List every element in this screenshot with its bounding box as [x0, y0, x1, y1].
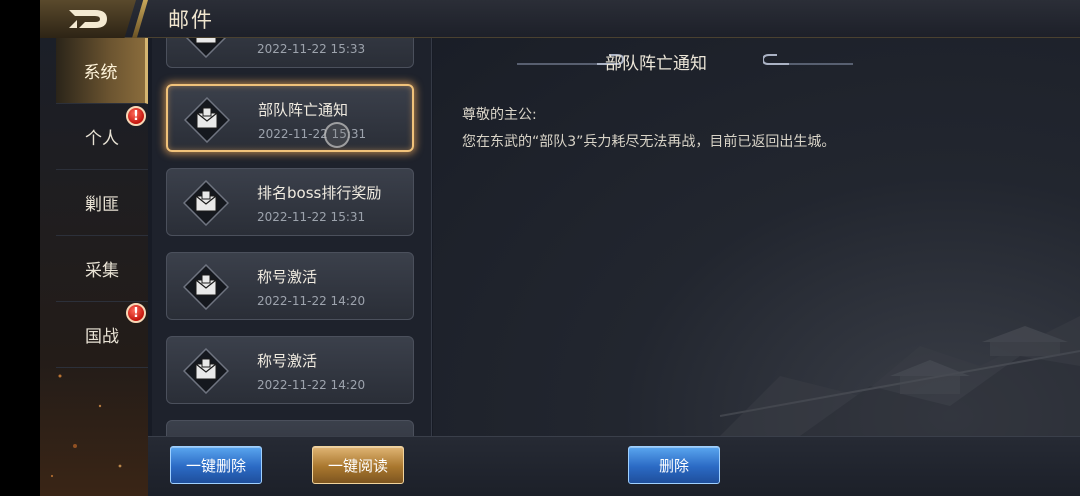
tab-system[interactable]: 系统: [56, 38, 148, 104]
detail-title-banner: 部队阵亡通知: [433, 42, 853, 78]
mail-window: 邮件 系统 个人 剿匪 采集 国战 ! ! 2022-11-22 15:33 部…: [40, 0, 1080, 496]
mail-time: 2022-11-22 15:33: [257, 42, 366, 56]
mail-greeting: 尊敬的主公:: [462, 107, 537, 123]
city-background-illustration: [720, 316, 1080, 436]
mail-time: 2022-11-22 14:20: [257, 378, 366, 392]
mail-item[interactable]: 排名boss排行奖励 2022-11-22 15:31: [166, 168, 414, 236]
header-bar: 邮件: [40, 0, 1080, 38]
mail-item[interactable]: 称号激活 2022-11-22 14:20: [166, 336, 414, 404]
tab-label: 系统: [83, 63, 118, 83]
mail-list[interactable]: 2022-11-22 15:33 部队阵亡通知 2022-11-22 15:31…: [152, 38, 432, 436]
tab-label: 剿匪: [85, 195, 119, 215]
delete-all-button[interactable]: 一键删除: [170, 446, 262, 484]
mail-title: 排名boss排行奖励: [257, 184, 382, 202]
touch-indicator: [324, 122, 350, 148]
mail-time: 2022-11-22 15:31: [257, 210, 366, 224]
tab-gather[interactable]: 采集: [56, 236, 148, 302]
mail-item-selected[interactable]: 部队阵亡通知 2022-11-22 15:31: [166, 84, 414, 152]
mail-title: 称号激活: [257, 352, 318, 370]
mail-content: 尊敬的主公: 您在东武的“部队3”兵力耗尽无法再战，目前已返回出生城。: [462, 102, 862, 156]
mail-title: 称号激活: [257, 268, 318, 286]
mail-body-text: 您在东武的“部队3”兵力耗尽无法再战，目前已返回出生城。: [462, 134, 836, 150]
screen-edge: [0, 0, 40, 496]
tab-label: 个人: [85, 129, 119, 149]
envelope-icon: [184, 97, 230, 143]
national-war-notification-badge: !: [126, 303, 146, 323]
envelope-icon: [183, 348, 229, 394]
envelope-icon: [183, 180, 229, 226]
mail-item[interactable]: [166, 420, 414, 436]
read-all-button[interactable]: 一键阅读: [312, 446, 404, 484]
delete-button[interactable]: 删除: [628, 446, 720, 484]
mail-time: 2022-11-22 14:20: [257, 294, 366, 308]
mail-detail-panel: 部队阵亡通知 尊敬的主公: 您在东武的“部队3”兵力耗尽无法再战，目前已返回出生…: [433, 38, 1080, 436]
action-bar: 一键删除 一键阅读 删除: [148, 436, 1080, 496]
title-ornament-right: [763, 54, 853, 65]
tab-bandits[interactable]: 剿匪: [56, 170, 148, 236]
mail-item[interactable]: 2022-11-22 15:33: [166, 38, 414, 68]
personal-notification-badge: !: [126, 106, 146, 126]
envelope-icon: [185, 38, 227, 58]
header-divider: [132, 0, 148, 38]
tab-label: 采集: [85, 261, 119, 281]
ember-decoration: [50, 374, 122, 478]
envelope-icon: [183, 264, 229, 310]
page-title: 邮件: [168, 8, 214, 32]
back-button[interactable]: [40, 0, 136, 38]
mail-title: 部队阵亡通知: [258, 101, 349, 119]
detail-title: 部队阵亡通知: [605, 54, 707, 74]
back-arrow-icon: [69, 10, 107, 28]
mail-item[interactable]: 称号激活 2022-11-22 14:20: [166, 252, 414, 320]
